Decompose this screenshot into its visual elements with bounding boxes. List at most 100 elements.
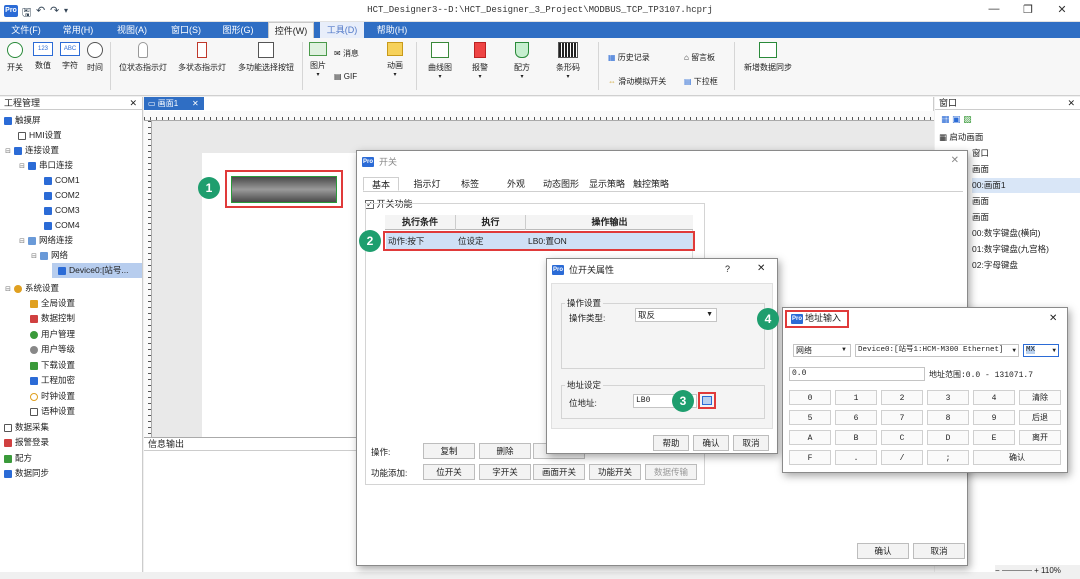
switch-tool[interactable]: 开关 xyxy=(4,42,26,73)
zoom-out-icon[interactable]: − xyxy=(995,566,1002,575)
tree-item[interactable]: 数据控制 xyxy=(0,311,75,326)
key-0[interactable]: 0 xyxy=(789,390,831,405)
bit-switch-button[interactable]: 位开关 xyxy=(423,464,475,480)
key-confirm[interactable]: 确认 xyxy=(973,450,1061,465)
window-icon[interactable]: ▣ xyxy=(952,114,961,124)
picture-icon[interactable]: ▨ xyxy=(963,114,972,124)
key-8[interactable]: 8 xyxy=(927,410,969,425)
menu-window[interactable]: 窗口(S) xyxy=(166,22,206,38)
tree-item[interactable]: 数据采集 xyxy=(0,420,49,435)
history-tool[interactable]: ▦ 历史记录 xyxy=(608,52,650,63)
zoom-control[interactable]: − + 110% xyxy=(995,565,1080,577)
slide-switch-tool[interactable]: ⇔ 滑动模拟开关 xyxy=(608,76,666,87)
tab-touch-policy[interactable]: 触控策略 xyxy=(631,177,671,191)
new-window-icon[interactable]: ▦ xyxy=(941,114,950,124)
key-5[interactable]: 5 xyxy=(789,410,831,425)
collapse-icon[interactable]: ⊟ xyxy=(4,282,12,297)
window-item[interactable]: 01:数字键盘(九宫格) xyxy=(972,242,1049,257)
tree-item[interactable]: 数据同步 xyxy=(0,466,49,481)
ok-button[interactable]: 确认 xyxy=(857,543,909,559)
animation-tool[interactable]: 动画 ▾ xyxy=(382,42,408,78)
tab-indicator[interactable]: 指示灯 xyxy=(409,177,445,191)
close-button[interactable]: ✕ xyxy=(1049,313,1057,324)
trend-tool[interactable]: 曲线图 ▾ xyxy=(424,42,456,80)
window-item[interactable]: 画面 xyxy=(972,194,989,209)
window-item[interactable]: 02:字母键盘 xyxy=(972,258,1018,273)
close-button[interactable]: ✕ xyxy=(1052,3,1072,16)
window-item[interactable]: ▦ 启动画面 xyxy=(939,130,983,145)
alarm-tool[interactable]: 报警 ▾ xyxy=(466,42,494,80)
tree-item[interactable]: ⊟ 系统设置 xyxy=(0,281,59,296)
key-9[interactable]: 9 xyxy=(973,410,1015,425)
data-transfer-button[interactable]: 数据传输 xyxy=(645,464,697,480)
collapse-icon[interactable]: ⊟ xyxy=(4,144,12,159)
close-icon[interactable]: ✕ xyxy=(192,97,199,110)
key-clear[interactable]: 清除 xyxy=(1019,390,1061,405)
tree-item[interactable]: COM2 xyxy=(0,188,80,203)
key-slash[interactable]: / xyxy=(881,450,923,465)
ok-button[interactable]: 确认 xyxy=(693,435,729,451)
window-item[interactable]: 画面 xyxy=(972,210,989,225)
help-button[interactable]: 帮助 xyxy=(653,435,689,451)
collapse-icon[interactable]: ⊟ xyxy=(30,249,38,264)
key-3[interactable]: 3 xyxy=(927,390,969,405)
key-6[interactable]: 6 xyxy=(835,410,877,425)
collapse-icon[interactable]: ⊟ xyxy=(18,159,26,174)
tree-item[interactable]: 触摸屏 xyxy=(0,113,41,128)
tree-item[interactable]: 用户管理 xyxy=(0,327,75,342)
connection-type-select[interactable]: 网络 ▼ xyxy=(793,344,851,357)
collapse-icon[interactable]: ⊟ xyxy=(18,234,26,249)
picture-tool[interactable]: 图片 ▾ xyxy=(306,42,330,78)
window-item[interactable]: 窗口 xyxy=(972,146,989,161)
tree-item[interactable]: 时钟设置 xyxy=(0,389,75,404)
recipe-tool[interactable]: 配方 ▾ xyxy=(508,42,536,80)
function-switch-button[interactable]: 功能开关 xyxy=(589,464,641,480)
delete-button[interactable]: 删除 xyxy=(479,443,531,459)
key-e[interactable]: E xyxy=(973,430,1015,445)
tab-screen1[interactable]: ▭ 画面1 ✕ xyxy=(144,97,204,110)
tree-item[interactable]: ⊟ 串口连接 xyxy=(0,158,73,173)
tab-dynamic[interactable]: 动态图形 xyxy=(541,177,581,191)
tree-item-device0[interactable]: Device0:[站号... xyxy=(52,263,142,278)
tree-item[interactable]: COM4 xyxy=(0,218,80,233)
tree-item[interactable]: ⊟ 网络连接 xyxy=(0,233,73,248)
address-value-input[interactable]: 0.0 xyxy=(789,367,925,381)
window-item[interactable]: 00:数字键盘(横向) xyxy=(972,226,1040,241)
key-exit[interactable]: 离开 xyxy=(1019,430,1061,445)
key-d[interactable]: D xyxy=(927,430,969,445)
tree-item[interactable]: 报警登录 xyxy=(0,435,49,450)
menu-view[interactable]: 视图(A) xyxy=(112,22,152,38)
close-icon[interactable]: ✕ xyxy=(1067,97,1075,110)
zoom-slider[interactable] xyxy=(1001,570,1032,572)
help-icon[interactable]: ? xyxy=(725,264,730,274)
tree-item[interactable]: 全局设置 xyxy=(0,296,75,311)
word-switch-button[interactable]: 字开关 xyxy=(479,464,531,480)
menu-help[interactable]: 帮助(H) xyxy=(372,22,412,38)
multi-lamp-tool[interactable]: 多状态指示灯 xyxy=(174,42,230,73)
tree-item[interactable]: COM1 xyxy=(0,173,80,188)
barcode-tool[interactable]: 条形码 ▾ xyxy=(550,42,586,80)
cancel-button[interactable]: 取消 xyxy=(913,543,965,559)
key-b[interactable]: B xyxy=(835,430,877,445)
tab-appearance[interactable]: 外观 xyxy=(501,177,531,191)
data-sync-tool[interactable]: 新增数据同步 xyxy=(740,42,796,73)
switch-element[interactable] xyxy=(231,176,337,203)
cancel-button[interactable]: 取消 xyxy=(733,435,769,451)
window-item[interactable]: 画面 xyxy=(972,162,989,177)
copy-button[interactable]: 复制 xyxy=(423,443,475,459)
key-dot[interactable]: . xyxy=(835,450,877,465)
key-7[interactable]: 7 xyxy=(881,410,923,425)
operation-type-select[interactable]: 取反 ▼ xyxy=(635,308,717,322)
key-c[interactable]: C xyxy=(881,430,923,445)
key-1[interactable]: 1 xyxy=(835,390,877,405)
note-tool[interactable]: ⌂ 留言板 xyxy=(684,52,715,63)
screen-switch-button[interactable]: 画面开关 xyxy=(533,464,585,480)
multi-select-tool[interactable]: 多功能选择按钮 xyxy=(234,42,298,73)
time-tool[interactable]: 时间 xyxy=(84,42,106,73)
key-4[interactable]: 4 xyxy=(973,390,1015,405)
tree-item[interactable]: ⊟ 连接设置 xyxy=(0,143,59,158)
address-picker-button[interactable] xyxy=(702,396,712,405)
key-f[interactable]: F xyxy=(789,450,831,465)
tab-label[interactable]: 标签 xyxy=(455,177,485,191)
tree-item[interactable]: 工程加密 xyxy=(0,373,75,388)
